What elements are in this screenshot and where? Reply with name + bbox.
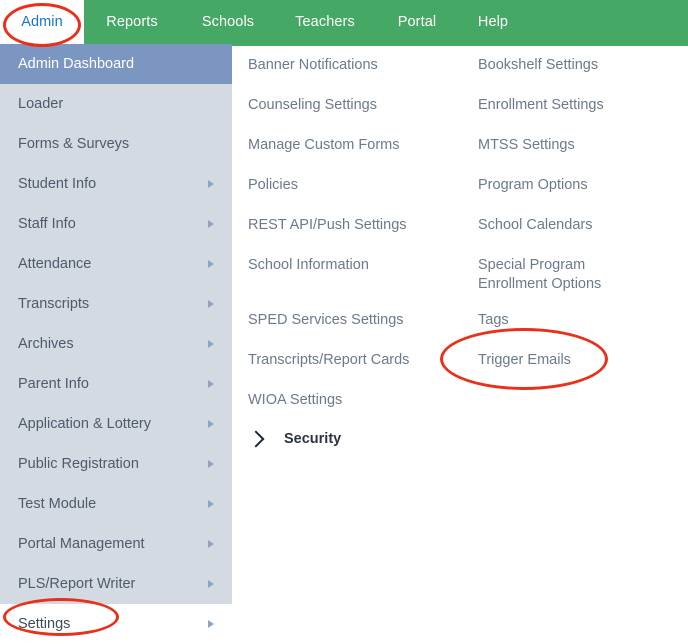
sidebar-item-label: Application & Lottery [18, 416, 208, 432]
chevron-right-icon [208, 380, 214, 388]
menu-item-program-options[interactable]: Program Options [478, 176, 588, 195]
sidebar-item-pls-report-writer[interactable]: PLS/Report Writer [0, 564, 232, 604]
menu-item-manage-custom-forms[interactable]: Manage Custom Forms [248, 136, 400, 155]
sidebar-item-label: Settings [18, 616, 208, 632]
menu-section-label: Security [284, 431, 341, 447]
menu-item-special-program-enrollment-options[interactable]: Special Program Enrollment Options [478, 256, 658, 294]
chevron-right-icon [208, 620, 214, 628]
settings-flyout-panel: Banner Notifications Counseling Settings M… [232, 44, 688, 638]
menu-item-enrollment-settings[interactable]: Enrollment Settings [478, 96, 604, 115]
chevron-right-icon [208, 580, 214, 588]
sidebar-item-loader[interactable]: Loader [0, 84, 232, 124]
sidebar-item-label: Attendance [18, 256, 208, 272]
menu-item-rest-api-push-settings[interactable]: REST API/Push Settings [248, 216, 407, 235]
sidebar-item-label: Student Info [18, 176, 208, 192]
sidebar-item-public-registration[interactable]: Public Registration [0, 444, 232, 484]
sidebar-item-label: Public Registration [18, 456, 208, 472]
sidebar-item-application-lottery[interactable]: Application & Lottery [0, 404, 232, 444]
nav-tab-portal[interactable]: Portal [374, 0, 460, 44]
sidebar-item-label: Admin Dashboard [18, 56, 208, 72]
nav-tab-teachers[interactable]: Teachers [276, 0, 374, 44]
top-navigation-bar: Admin Reports Schools Teachers Portal He… [0, 0, 688, 44]
menu-item-mtss-settings[interactable]: MTSS Settings [478, 136, 575, 155]
sidebar-item-staff-info[interactable]: Staff Info [0, 204, 232, 244]
menu-item-school-information[interactable]: School Information [248, 256, 369, 275]
sidebar-item-student-info[interactable]: Student Info [0, 164, 232, 204]
chevron-right-icon [208, 300, 214, 308]
sidebar-item-attendance[interactable]: Attendance [0, 244, 232, 284]
menu-item-counseling-settings[interactable]: Counseling Settings [248, 96, 377, 115]
menu-item-tags[interactable]: Tags [478, 311, 509, 330]
chevron-right-icon [208, 340, 214, 348]
chevron-right-icon [208, 500, 214, 508]
sidebar: Admin Dashboard Loader Forms & Surveys Stud… [0, 44, 232, 638]
chevron-right-icon [208, 180, 214, 188]
sidebar-item-parent-info[interactable]: Parent Info [0, 364, 232, 404]
sidebar-item-admin-dashboard[interactable]: Admin Dashboard [0, 44, 232, 84]
sidebar-item-label: Parent Info [18, 376, 208, 392]
sidebar-item-test-module[interactable]: Test Module [0, 484, 232, 524]
menu-item-sped-services-settings[interactable]: SPED Services Settings [248, 311, 404, 330]
menu-section-security[interactable]: Security [248, 431, 341, 447]
nav-tab-help[interactable]: Help [460, 0, 526, 44]
menu-item-bookshelf-settings[interactable]: Bookshelf Settings [478, 56, 598, 75]
chevron-right-icon [208, 220, 214, 228]
sidebar-item-label: Staff Info [18, 216, 208, 232]
nav-tab-schools[interactable]: Schools [180, 0, 276, 44]
sidebar-item-label: Loader [18, 96, 208, 112]
menu-item-school-calendars[interactable]: School Calendars [478, 216, 592, 235]
sidebar-item-forms-surveys[interactable]: Forms & Surveys [0, 124, 232, 164]
sidebar-item-label: Archives [18, 336, 208, 352]
sidebar-item-settings[interactable]: Settings [0, 604, 232, 644]
menu-item-wioa-settings[interactable]: WIOA Settings [248, 391, 342, 410]
menu-item-transcripts-report-cards[interactable]: Transcripts/Report Cards [248, 351, 409, 370]
nav-tab-admin[interactable]: Admin [0, 0, 84, 44]
sidebar-item-archives[interactable]: Archives [0, 324, 232, 364]
nav-tab-reports[interactable]: Reports [84, 0, 180, 44]
menu-item-policies[interactable]: Policies [248, 176, 298, 195]
chevron-right-icon [208, 420, 214, 428]
sidebar-item-label: PLS/Report Writer [18, 576, 208, 592]
sidebar-item-portal-management[interactable]: Portal Management [0, 524, 232, 564]
menu-item-banner-notifications[interactable]: Banner Notifications [248, 56, 378, 75]
sidebar-item-transcripts[interactable]: Transcripts [0, 284, 232, 324]
sidebar-item-label: Test Module [18, 496, 208, 512]
menu-item-trigger-emails[interactable]: Trigger Emails [478, 351, 571, 370]
sidebar-item-label: Portal Management [18, 536, 208, 552]
sidebar-item-label: Transcripts [18, 296, 208, 312]
chevron-right-icon [208, 460, 214, 468]
chevron-right-icon [208, 260, 214, 268]
chevron-right-icon [208, 540, 214, 548]
sidebar-item-label: Forms & Surveys [18, 136, 208, 152]
chevron-right-icon [248, 431, 265, 448]
